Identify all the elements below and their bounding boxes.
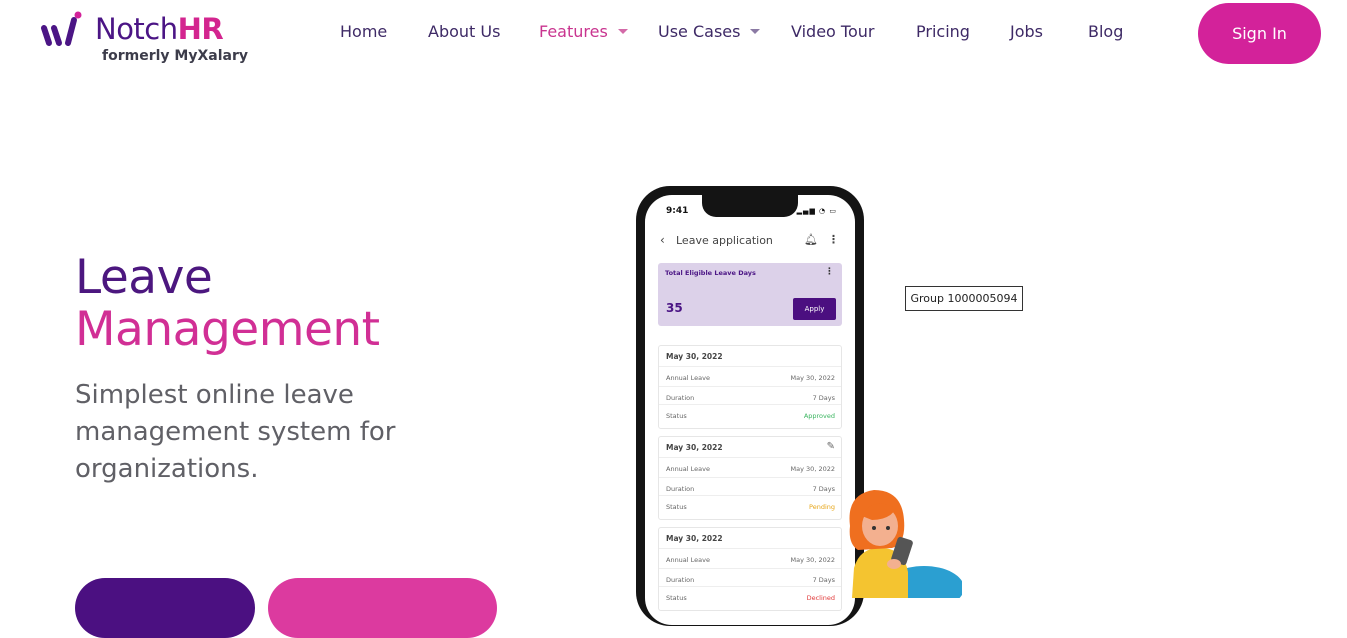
nav-use-cases-label: Use Cases (658, 22, 741, 41)
nav-features[interactable]: Features (539, 21, 628, 43)
apply-button: Apply (793, 298, 836, 320)
phone-header-title: Leave application (676, 234, 773, 247)
status-value: Declined (806, 594, 835, 602)
divider (659, 548, 841, 549)
hero-title-line2: Management (75, 302, 380, 357)
divider (659, 477, 841, 478)
phone-time: 9:41 (666, 206, 689, 216)
leave-type-date: May 30, 2022 (790, 465, 835, 473)
hero-title: Leave Management (75, 252, 380, 356)
phone-notch (702, 195, 798, 217)
leave-type-date: May 30, 2022 (790, 556, 835, 564)
hero-title-line1: Leave (75, 250, 213, 305)
phone-header: ‹ Leave application 🔔︎ ⋮ (660, 233, 842, 251)
chevron-down-icon (750, 29, 761, 34)
duration-value: 7 Days (812, 394, 835, 402)
divider (659, 404, 841, 405)
eligible-label: Total Eligible Leave Days (665, 269, 756, 277)
more-vertical-icon: ⋮ (828, 233, 839, 246)
nav-blog[interactable]: Blog (1088, 21, 1123, 43)
leave-type-row: Annual Leave May 30, 2022 (666, 556, 835, 564)
nav-features-label: Features (539, 22, 608, 41)
phone-screen: 9:41 ▂▄▆ ◔ ▭ ‹ Leave application 🔔︎ ⋮ To… (645, 195, 855, 625)
brand-name: NotchHR (95, 12, 224, 46)
divider (659, 386, 841, 387)
chevron-down-icon (617, 29, 628, 34)
nav-about-us[interactable]: About Us (428, 21, 500, 43)
hero-subtitle: Simplest online leave management system … (75, 380, 396, 484)
divider (659, 495, 841, 496)
logo-mark-icon (41, 11, 82, 46)
person-illustration (849, 490, 962, 598)
status-row: Status Approved (666, 412, 835, 420)
leave-card-date: May 30, 2022 (666, 443, 723, 452)
group-tooltip: Group 1000005094 (905, 286, 1023, 311)
duration-row: Duration 7 Days (666, 576, 835, 584)
leave-type-row: Annual Leave May 30, 2022 (666, 465, 835, 473)
leave-type-label: Annual Leave (666, 465, 710, 473)
primary-cta-button[interactable] (75, 578, 255, 638)
divider (659, 457, 841, 458)
status-label: Status (666, 412, 687, 420)
divider (659, 586, 841, 587)
duration-label: Duration (666, 394, 695, 402)
duration-label: Duration (666, 485, 695, 493)
eligible-leave-card: Total Eligible Leave Days ⋮ 35 Apply (658, 263, 842, 326)
leave-card-date: May 30, 2022 (666, 352, 723, 361)
more-vertical-icon: ⋮ (825, 267, 834, 277)
status-row: Status Declined (666, 594, 835, 602)
nav-use-cases[interactable]: Use Cases (658, 21, 761, 43)
leave-type-date: May 30, 2022 (790, 374, 835, 382)
nav-jobs[interactable]: Jobs (1010, 21, 1043, 43)
leave-type-label: Annual Leave (666, 556, 710, 564)
divider (659, 366, 841, 367)
leave-card-date: May 30, 2022 (666, 534, 723, 543)
pencil-icon: ✎ (826, 441, 835, 452)
leave-card: May 30, 2022 Annual Leave May 30, 2022 Du… (658, 345, 842, 429)
nav-pricing[interactable]: Pricing (916, 21, 970, 43)
nav-video-tour[interactable]: Video Tour (791, 21, 874, 43)
leave-type-label: Annual Leave (666, 374, 710, 382)
leave-type-row: Annual Leave May 30, 2022 (666, 374, 835, 382)
phone-mockup: 9:41 ▂▄▆ ◔ ▭ ‹ Leave application 🔔︎ ⋮ To… (636, 186, 864, 626)
status-icons: ▂▄▆ ◔ ▭ (796, 207, 837, 215)
duration-label: Duration (666, 576, 695, 584)
back-arrow-icon: ‹ (660, 233, 665, 247)
leave-card: May 30, 2022 ✎ Annual Leave May 30, 2022 … (658, 436, 842, 520)
brand-subtitle: formerly MyXalary (102, 48, 248, 64)
duration-row: Duration 7 Days (666, 394, 835, 402)
status-label: Status (666, 503, 687, 511)
status-row: Status Pending (666, 503, 835, 511)
divider (659, 568, 841, 569)
status-value: Approved (803, 412, 835, 420)
status-label: Status (666, 594, 687, 602)
leave-card: May 30, 2022 Annual Leave May 30, 2022 Du… (658, 527, 842, 611)
nav-home[interactable]: Home (340, 21, 387, 43)
duration-row: Duration 7 Days (666, 485, 835, 493)
bell-icon: 🔔︎ (804, 233, 818, 246)
secondary-cta-button[interactable] (268, 578, 497, 638)
sign-in-button[interactable]: Sign In (1198, 3, 1321, 64)
eligible-count: 35 (666, 301, 683, 315)
logo[interactable]: NotchHR formerly MyXalary (38, 8, 258, 68)
